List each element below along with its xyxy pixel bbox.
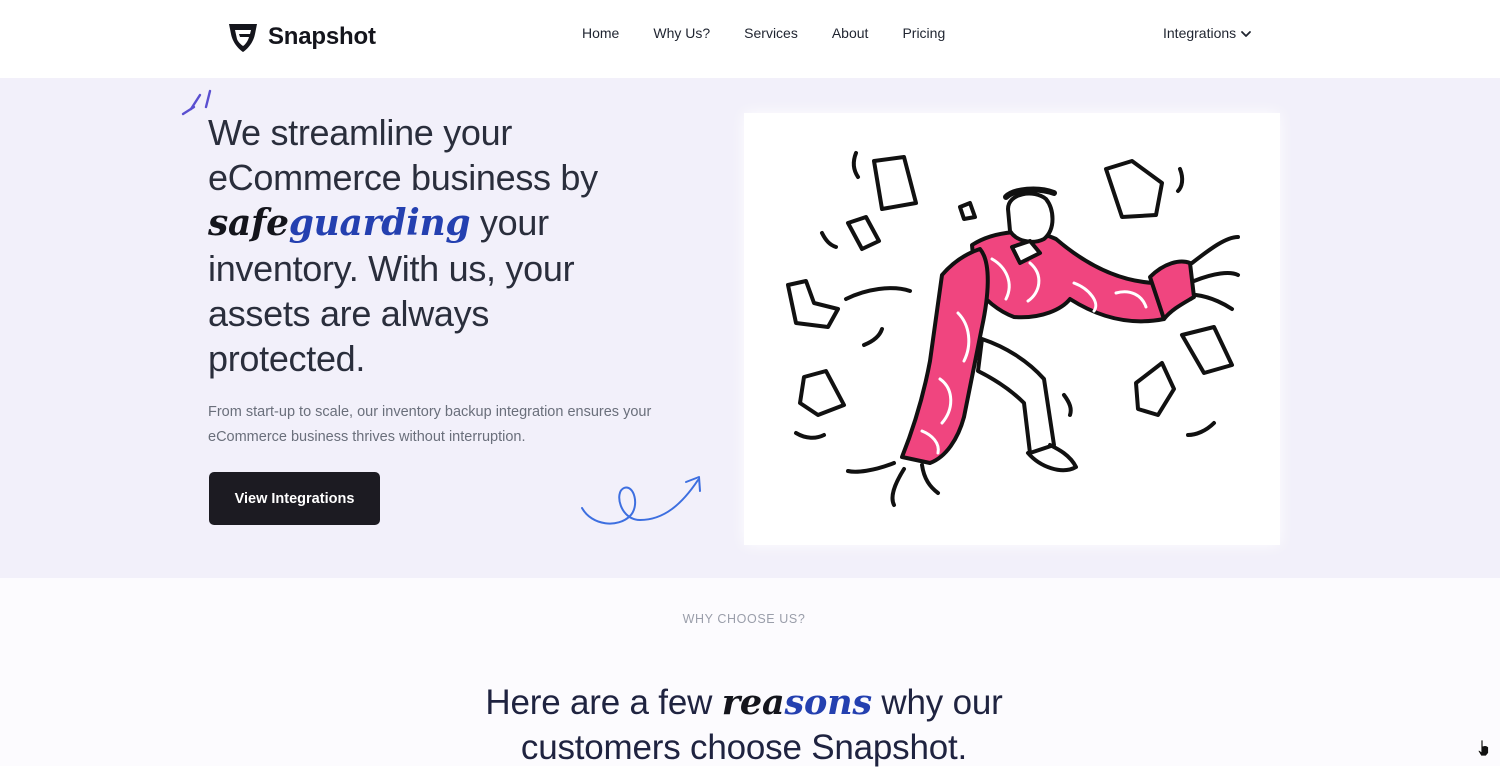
hero-accent-part-1: safe (208, 202, 289, 244)
shield-logo-icon (229, 24, 257, 52)
hero-subtitle: From start-up to scale, our inventory ba… (208, 404, 652, 445)
top-navbar: Snapshot Home Why Us? Services About Pri… (0, 0, 1500, 78)
why-heading-accent-word: reasons (722, 682, 872, 723)
man-juggling-papers-illustration (786, 151, 1240, 507)
why-accent-part-1: rea (721, 682, 785, 723)
nav-link-home[interactable]: Home (582, 25, 619, 41)
integrations-dropdown[interactable]: Integrations (1163, 25, 1252, 41)
nav-link-why-us[interactable]: Why Us? (653, 25, 710, 41)
section-eyebrow: WHY CHOOSE US? (682, 612, 806, 626)
hero-heading-line-5: assets are always (208, 293, 490, 334)
why-heading-start: Here are a few (485, 683, 722, 722)
view-integrations-button[interactable]: View Integrations (209, 472, 380, 525)
nav-link-services[interactable]: Services (744, 25, 798, 41)
hero-heading-line-4: inventory. With us, your (208, 248, 575, 289)
why-accent-part-2: sons (784, 682, 872, 723)
hero-heading-line-6: protected. (208, 338, 366, 379)
brand-name: Snapshot (268, 23, 376, 50)
chevron-down-icon (1241, 31, 1252, 37)
hero-heading-line-3-tail: your (470, 202, 549, 243)
nav-link-about[interactable]: About (832, 25, 869, 41)
why-heading-after: why our (871, 683, 1003, 722)
hero-accent-part-2: guarding (288, 202, 471, 244)
hero-illustration (744, 113, 1280, 545)
hero-heading-accent-word: safeguarding (208, 202, 471, 244)
why-choose-us-section: WHY CHOOSE US? Here are a few reasons wh… (0, 578, 1500, 767)
why-section-heading: Here are a few reasons why our customers… (0, 680, 1488, 770)
hero-heading-line-2: eCommerce business by (208, 157, 598, 198)
brand-logo[interactable]: Snapshot (226, 18, 376, 56)
integrations-dropdown-label: Integrations (1163, 25, 1237, 41)
hero-heading: We streamline your eCommerce business by… (208, 110, 678, 381)
curly-arrow-icon (581, 476, 701, 525)
main-menu: Home Why Us? Services About Pricing (582, 25, 979, 41)
nav-link-pricing[interactable]: Pricing (902, 25, 945, 41)
hero-heading-line-1: We streamline your (208, 112, 513, 153)
hand-pointer-icon (1477, 739, 1489, 757)
why-heading-line-2: customers choose Snapshot. (520, 728, 968, 767)
